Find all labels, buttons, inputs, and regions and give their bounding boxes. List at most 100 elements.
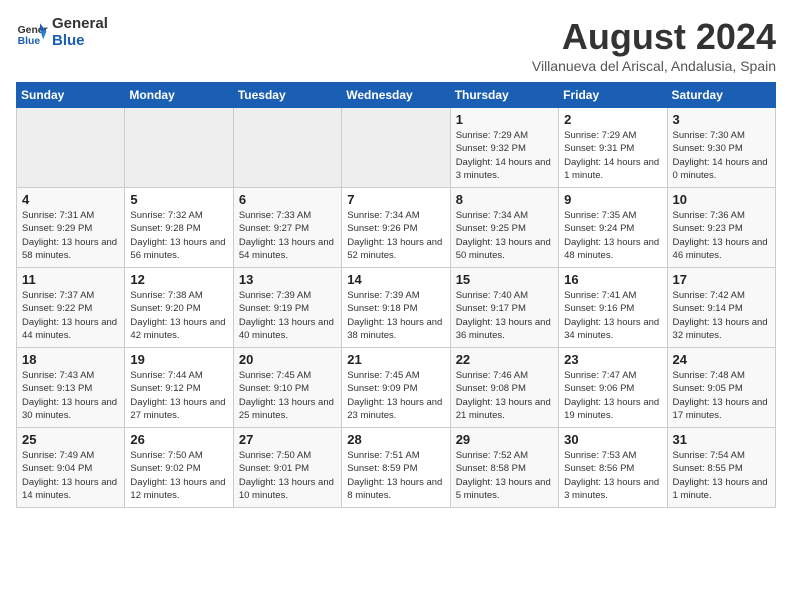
weekday-friday: Friday (559, 83, 667, 108)
day-info: Sunrise: 7:35 AMSunset: 9:24 PMDaylight:… (564, 209, 661, 262)
day-info: Sunrise: 7:30 AMSunset: 9:30 PMDaylight:… (673, 129, 770, 182)
day-number: 3 (673, 112, 770, 127)
day-number: 5 (130, 192, 227, 207)
day-number: 9 (564, 192, 661, 207)
week-row-1: 1Sunrise: 7:29 AMSunset: 9:32 PMDaylight… (17, 108, 776, 188)
day-info: Sunrise: 7:50 AMSunset: 9:02 PMDaylight:… (130, 449, 227, 502)
day-info: Sunrise: 7:41 AMSunset: 9:16 PMDaylight:… (564, 289, 661, 342)
day-cell-1: 1Sunrise: 7:29 AMSunset: 9:32 PMDaylight… (450, 108, 558, 188)
week-row-4: 18 Sunrise: 7:43 AMSunset: 9:13 PMDayligh… (17, 348, 776, 428)
weekday-sunday: Sunday (17, 83, 125, 108)
month-title: August 2024 (532, 16, 776, 58)
day-number: 25 (22, 432, 119, 447)
day-info: Sunrise: 7:37 AMSunset: 9:22 PMDaylight:… (22, 289, 119, 342)
day-info: Sunrise: 7:50 AMSunset: 9:01 PMDaylight:… (239, 449, 336, 502)
day-cell-28: 28 Sunrise: 7:51 AMSunset: 8:59 PMDayligh… (342, 428, 450, 508)
day-cell-31: 31 Sunrise: 7:54 AMSunset: 8:55 PMDayligh… (667, 428, 775, 508)
weekday-saturday: Saturday (667, 83, 775, 108)
day-number: 17 (673, 272, 770, 287)
day-number: 30 (564, 432, 661, 447)
day-cell-5: 5 Sunrise: 7:32 AMSunset: 9:28 PMDaylight… (125, 188, 233, 268)
day-cell-26: 26 Sunrise: 7:50 AMSunset: 9:02 PMDayligh… (125, 428, 233, 508)
day-number: 2 (564, 112, 661, 127)
day-info: Sunrise: 7:45 AMSunset: 9:10 PMDaylight:… (239, 369, 336, 422)
day-number: 18 (22, 352, 119, 367)
day-number: 8 (456, 192, 553, 207)
day-number: 28 (347, 432, 444, 447)
day-cell-2: 2 Sunrise: 7:29 AMSunset: 9:31 PMDaylight… (559, 108, 667, 188)
day-info: Sunrise: 7:46 AMSunset: 9:08 PMDaylight:… (456, 369, 553, 422)
day-info: Sunrise: 7:52 AMSunset: 8:58 PMDaylight:… (456, 449, 553, 502)
day-cell-empty (17, 108, 125, 188)
day-info: Sunrise: 7:31 AMSunset: 9:29 PMDaylight:… (22, 209, 119, 262)
day-info: Sunrise: 7:43 AMSunset: 9:13 PMDaylight:… (22, 369, 119, 422)
day-cell-19: 19Sunrise: 7:44 AMSunset: 9:12 PMDayligh… (125, 348, 233, 428)
day-number: 29 (456, 432, 553, 447)
day-cell-29: 29 Sunrise: 7:52 AMSunset: 8:58 PMDayligh… (450, 428, 558, 508)
day-info: Sunrise: 7:54 AMSunset: 8:55 PMDaylight:… (673, 449, 770, 502)
day-cell-20: 20 Sunrise: 7:45 AMSunset: 9:10 PMDayligh… (233, 348, 341, 428)
day-info: Sunrise: 7:32 AMSunset: 9:28 PMDaylight:… (130, 209, 227, 262)
svg-text:Blue: Blue (18, 36, 41, 47)
day-info: Sunrise: 7:29 AMSunset: 9:31 PMDaylight:… (564, 129, 661, 182)
day-number: 27 (239, 432, 336, 447)
day-cell-6: 6Sunrise: 7:33 AMSunset: 9:27 PMDaylight… (233, 188, 341, 268)
day-info: Sunrise: 7:49 AMSunset: 9:04 PMDaylight:… (22, 449, 119, 502)
day-number: 1 (456, 112, 553, 127)
day-cell-22: 22 Sunrise: 7:46 AMSunset: 9:08 PMDayligh… (450, 348, 558, 428)
day-number: 20 (239, 352, 336, 367)
day-info: Sunrise: 7:39 AMSunset: 9:19 PMDaylight:… (239, 289, 336, 342)
day-number: 31 (673, 432, 770, 447)
day-info: Sunrise: 7:45 AMSunset: 9:09 PMDaylight:… (347, 369, 444, 422)
page-header: General Blue General Blue August 2024 Vi… (16, 16, 776, 74)
day-number: 15 (456, 272, 553, 287)
day-cell-25: 25 Sunrise: 7:49 AMSunset: 9:04 PMDayligh… (17, 428, 125, 508)
day-cell-27: 27 Sunrise: 7:50 AMSunset: 9:01 PMDayligh… (233, 428, 341, 508)
day-info: Sunrise: 7:36 AMSunset: 9:23 PMDaylight:… (673, 209, 770, 262)
day-cell-7: 7Sunrise: 7:34 AMSunset: 9:26 PMDaylight… (342, 188, 450, 268)
day-number: 10 (673, 192, 770, 207)
day-number: 23 (564, 352, 661, 367)
day-cell-23: 23 Sunrise: 7:47 AMSunset: 9:06 PMDayligh… (559, 348, 667, 428)
day-cell-21: 21Sunrise: 7:45 AMSunset: 9:09 PMDayligh… (342, 348, 450, 428)
day-info: Sunrise: 7:51 AMSunset: 8:59 PMDaylight:… (347, 449, 444, 502)
weekday-wednesday: Wednesday (342, 83, 450, 108)
logo-icon: General Blue (16, 17, 48, 49)
week-row-3: 11 Sunrise: 7:37 AMSunset: 9:22 PMDayligh… (17, 268, 776, 348)
weekday-tuesday: Tuesday (233, 83, 341, 108)
title-block: August 2024 Villanueva del Ariscal, Anda… (532, 16, 776, 74)
day-cell-13: 13 Sunrise: 7:39 AMSunset: 9:19 PMDayligh… (233, 268, 341, 348)
day-info: Sunrise: 7:48 AMSunset: 9:05 PMDaylight:… (673, 369, 770, 422)
day-cell-14: 14 Sunrise: 7:39 AMSunset: 9:18 PMDayligh… (342, 268, 450, 348)
day-cell-24: 24 Sunrise: 7:48 AMSunset: 9:05 PMDayligh… (667, 348, 775, 428)
day-info: Sunrise: 7:34 AMSunset: 9:26 PMDaylight:… (347, 209, 444, 262)
day-number: 26 (130, 432, 227, 447)
weekday-monday: Monday (125, 83, 233, 108)
day-number: 16 (564, 272, 661, 287)
day-cell-15: 15Sunrise: 7:40 AMSunset: 9:17 PMDayligh… (450, 268, 558, 348)
day-number: 19 (130, 352, 227, 367)
logo: General Blue General Blue (16, 16, 108, 49)
day-number: 11 (22, 272, 119, 287)
day-info: Sunrise: 7:33 AMSunset: 9:27 PMDaylight:… (239, 209, 336, 262)
day-cell-10: 10 Sunrise: 7:36 AMSunset: 9:23 PMDayligh… (667, 188, 775, 268)
day-cell-30: 30 Sunrise: 7:53 AMSunset: 8:56 PMDayligh… (559, 428, 667, 508)
day-info: Sunrise: 7:53 AMSunset: 8:56 PMDaylight:… (564, 449, 661, 502)
day-number: 13 (239, 272, 336, 287)
day-cell-8: 8 Sunrise: 7:34 AMSunset: 9:25 PMDaylight… (450, 188, 558, 268)
day-cell-empty (233, 108, 341, 188)
weekday-thursday: Thursday (450, 83, 558, 108)
location: Villanueva del Ariscal, Andalusia, Spain (532, 58, 776, 74)
day-number: 4 (22, 192, 119, 207)
day-info: Sunrise: 7:39 AMSunset: 9:18 PMDaylight:… (347, 289, 444, 342)
day-cell-empty (342, 108, 450, 188)
day-number: 12 (130, 272, 227, 287)
day-number: 22 (456, 352, 553, 367)
day-cell-11: 11 Sunrise: 7:37 AMSunset: 9:22 PMDayligh… (17, 268, 125, 348)
day-info: Sunrise: 7:47 AMSunset: 9:06 PMDaylight:… (564, 369, 661, 422)
day-number: 14 (347, 272, 444, 287)
day-number: 24 (673, 352, 770, 367)
day-info: Sunrise: 7:34 AMSunset: 9:25 PMDaylight:… (456, 209, 553, 262)
week-row-5: 25 Sunrise: 7:49 AMSunset: 9:04 PMDayligh… (17, 428, 776, 508)
weekday-header-row: SundayMondayTuesdayWednesdayThursdayFrid… (17, 83, 776, 108)
